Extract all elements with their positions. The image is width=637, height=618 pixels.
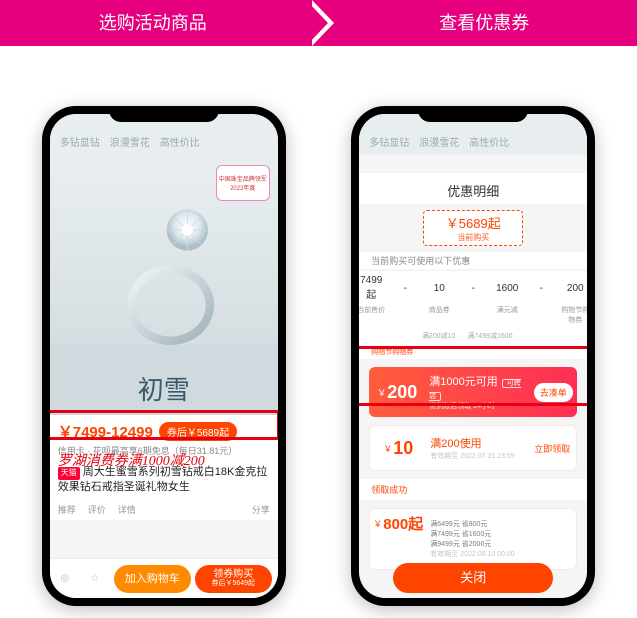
buy-main: 领券购买 — [213, 569, 253, 580]
coupon-line: 满6499元 省800元 — [430, 519, 572, 529]
price-after-coupon: 券后￥5689起 — [159, 422, 237, 441]
home-icon[interactable]: ◎ — [50, 573, 80, 584]
product-title-text: 周大生蜜雪系列初雪钻戒白18K金克拉效果钻石戒指圣诞礼物女生 — [58, 466, 268, 493]
calc-op: - — [527, 283, 555, 294]
coupon-category-tag: 购物节购物券 — [359, 347, 587, 359]
close-bar: 关闭 — [359, 558, 587, 598]
sub-label: 满7499减1600 — [467, 331, 512, 341]
calc-b: 10 — [425, 283, 453, 294]
step-2: 查看优惠券 — [306, 0, 637, 46]
buy-sub: 券后￥5649起 — [211, 580, 255, 588]
coupon-amount: ￥10 — [370, 426, 426, 470]
tab-2[interactable]: 浪漫雪花 — [419, 134, 459, 149]
calc-c: 1600 — [493, 283, 521, 294]
product-hero: 中国珠宝品牌领军 2022年度 — [50, 155, 278, 415]
calc-label: 商品券 — [425, 305, 453, 325]
step-bar: 选购活动商品 查看优惠券 — [0, 0, 637, 46]
coupon-action[interactable]: 去凑单 — [529, 367, 577, 417]
calc-row: 7499起 - 10 - 1600 - 200 — [359, 271, 587, 305]
calc-label: 购物节购物券 — [561, 305, 587, 325]
buy-button[interactable]: 领券购买 券后￥5649起 — [195, 565, 272, 593]
coupon-header: 优惠明细 — [359, 173, 587, 204]
coupon-mid: 满200使用 有效期至 2022.07.31 23:59 — [426, 426, 528, 470]
coupon-small[interactable]: ￥10 满200使用 有效期至 2022.07.31 23:59 立即领取 — [369, 425, 577, 471]
tmall-tag: 天猫 — [58, 467, 80, 480]
phone-notch — [418, 106, 528, 122]
fav-icon[interactable]: ☆ — [80, 573, 110, 584]
final-price-box: ￥5689起 当前购买 — [423, 210, 523, 246]
coupon-line: 满7499元 省1600元 — [430, 529, 572, 539]
claim-status: 领取成功 — [359, 479, 587, 500]
calc-labels: 当前售价 商品券 满元减 购物节购物券 — [359, 305, 587, 331]
calc-sublabels: 满200减10 满7499减1600 — [359, 331, 587, 347]
calc-label: 当前售价 — [359, 305, 385, 325]
meta-detail[interactable]: 详情 — [118, 503, 136, 516]
calc-a: 7499起 — [359, 275, 385, 301]
calc-op: - — [391, 283, 419, 294]
final-price-sub: 当前购买 — [424, 232, 522, 243]
tab-1[interactable]: 多钻显钻 — [369, 134, 409, 149]
installment-info: 信用卡 · 花呗最高享6期免息（每日31.81元） — [50, 444, 278, 461]
coupon-amount: ￥200 — [369, 367, 425, 417]
final-price: ￥5689起 — [446, 216, 501, 231]
tab-2[interactable]: 浪漫雪花 — [110, 134, 150, 149]
product-meta-row: 推荐 评价 详情 分享 — [50, 499, 278, 520]
coupon-main[interactable]: ￥200 满1000元可用可跨店 需到账后领取 24小时 去凑单 — [369, 367, 577, 417]
coupon-line: 满9499元 省2000元 — [430, 539, 572, 549]
pedestal: 初雪 — [50, 345, 278, 415]
coupon-mid: 满1000元可用可跨店 需到账后领取 24小时 — [425, 367, 529, 417]
add-cart-button[interactable]: 加入购物车 — [114, 565, 191, 593]
phone-left: 多钻显钻 浪漫雪花 高性价比 中国珠宝品牌领军 2022年度 — [42, 106, 286, 606]
product-title: 天猫周大生蜜雪系列初雪钻戒白18K金克拉效果钻石戒指圣诞礼物女生 — [50, 461, 278, 499]
screen-product: 多钻显钻 浪漫雪花 高性价比 中国珠宝品牌领军 2022年度 — [50, 114, 278, 598]
close-button[interactable]: 关闭 — [393, 563, 553, 593]
tab-1[interactable]: 多钻显钻 — [60, 134, 100, 149]
coupon-sub: 有效期至 2022.07.31 23:59 — [430, 451, 524, 461]
phones-row: 多钻显钻 浪漫雪花 高性价比 中国珠宝品牌领军 2022年度 — [0, 46, 637, 606]
screen-coupon: 多钻显钻 浪漫雪花 高性价比 优惠明细 ￥5689起 当前购买 当前购买可使用以… — [359, 114, 587, 598]
product-name-art: 初雪 — [138, 370, 190, 407]
calc-d: 200 — [561, 283, 587, 294]
calc-op: - — [459, 283, 487, 294]
usable-hint: 当前购买可使用以下优惠 — [359, 252, 587, 269]
price-row: ￥7499-12499 券后￥5689起 — [50, 415, 278, 444]
step-1: 选购活动商品 — [0, 0, 306, 46]
share-label[interactable]: 分享 — [252, 503, 270, 516]
coupon-action[interactable]: 立即领取 — [528, 426, 576, 470]
cert-badge: 中国珠宝品牌领军 2022年度 — [216, 165, 270, 201]
bottom-bar: ◎ ☆ 加入购物车 领券购买 券后￥5649起 — [50, 558, 278, 598]
coupon-amount: ￥800起 — [370, 513, 426, 534]
meta-reviews[interactable]: 评价 — [88, 503, 106, 516]
coupon-title: 满200使用 — [430, 435, 524, 451]
tab-3[interactable]: 高性价比 — [469, 134, 509, 149]
meta-recommend[interactable]: 推荐 — [58, 503, 76, 516]
tab-3[interactable]: 高性价比 — [160, 134, 200, 149]
price-range: ￥7499-12499 — [58, 421, 153, 442]
calc-label: 满元减 — [493, 305, 521, 325]
coupon-sub: 需到账后领取 24小时 — [429, 401, 525, 411]
phone-notch — [109, 106, 219, 122]
coupon-title: 满1000元可用 — [429, 376, 497, 388]
phone-right: 多钻显钻 浪漫雪花 高性价比 优惠明细 ￥5689起 当前购买 当前购买可使用以… — [351, 106, 595, 606]
ring-image — [118, 202, 238, 352]
sub-label: 满200减10 — [422, 331, 455, 341]
